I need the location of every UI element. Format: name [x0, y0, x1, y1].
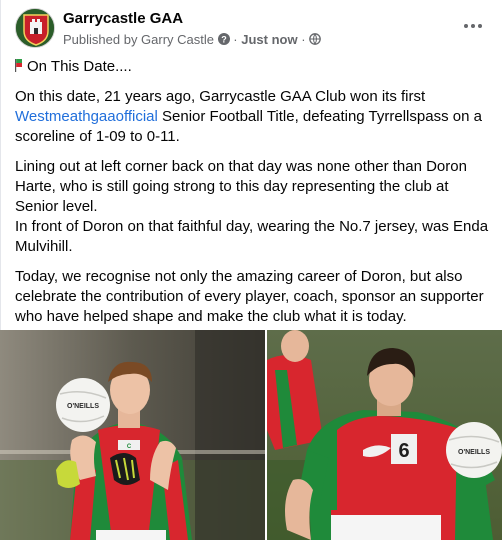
photo-right[interactable]: 6 O'NEILLS — [267, 330, 502, 540]
paragraph-3: Today, we recognise not only the amazing… — [15, 268, 484, 325]
meta-separator: · — [301, 32, 306, 48]
published-by[interactable]: Published by Garry Castle — [63, 32, 214, 47]
post-time[interactable]: Just now — [241, 32, 297, 47]
photo-right-image: 6 O'NEILLS — [267, 330, 502, 540]
verified-badge-icon: ? — [217, 32, 234, 47]
post-body: On This Date.... On this date, 21 years … — [15, 57, 493, 337]
paragraph-2: Lining out at left corner back on that d… — [15, 157, 493, 257]
westmeath-gaa-link[interactable]: Westmeathgaaofficial — [15, 108, 158, 125]
title-text: On This Date.... — [27, 58, 132, 75]
p2-text-b: In front of Doron on that faithful day, … — [15, 218, 489, 255]
left-ball-text: O'NEILLS — [67, 403, 99, 410]
meta-separator: · — [233, 32, 238, 48]
p2-text-a: Lining out at left corner back on that d… — [15, 158, 467, 215]
photo-left-image: C O'NEILLS — [0, 330, 265, 540]
page-avatar[interactable] — [15, 8, 55, 48]
page-name[interactable]: Garrycastle GAA — [63, 10, 183, 27]
right-ball-text: O'NEILLS — [458, 449, 490, 456]
flag-emoji-icon — [15, 58, 22, 72]
post-header: Garrycastle GAA Published by Garry Castl… — [15, 8, 495, 52]
globe-icon[interactable] — [309, 32, 322, 47]
svg-text:?: ? — [221, 35, 227, 45]
more-options-icon[interactable] — [459, 12, 487, 40]
svg-text:C: C — [127, 444, 132, 450]
jersey-number: 6 — [398, 440, 409, 462]
crest-logo — [16, 9, 54, 47]
facebook-post: Garrycastle GAA Published by Garry Castl… — [0, 0, 502, 540]
paragraph-1: On this date, 21 years ago, Garrycastle … — [15, 87, 493, 147]
p1-text-before: On this date, 21 years ago, Garrycastle … — [15, 88, 426, 105]
post-meta: Published by Garry Castle ? · Just now · — [63, 31, 322, 48]
post-title-line: On This Date.... — [15, 57, 493, 77]
photo-left[interactable]: C O'NEILLS — [0, 330, 265, 540]
